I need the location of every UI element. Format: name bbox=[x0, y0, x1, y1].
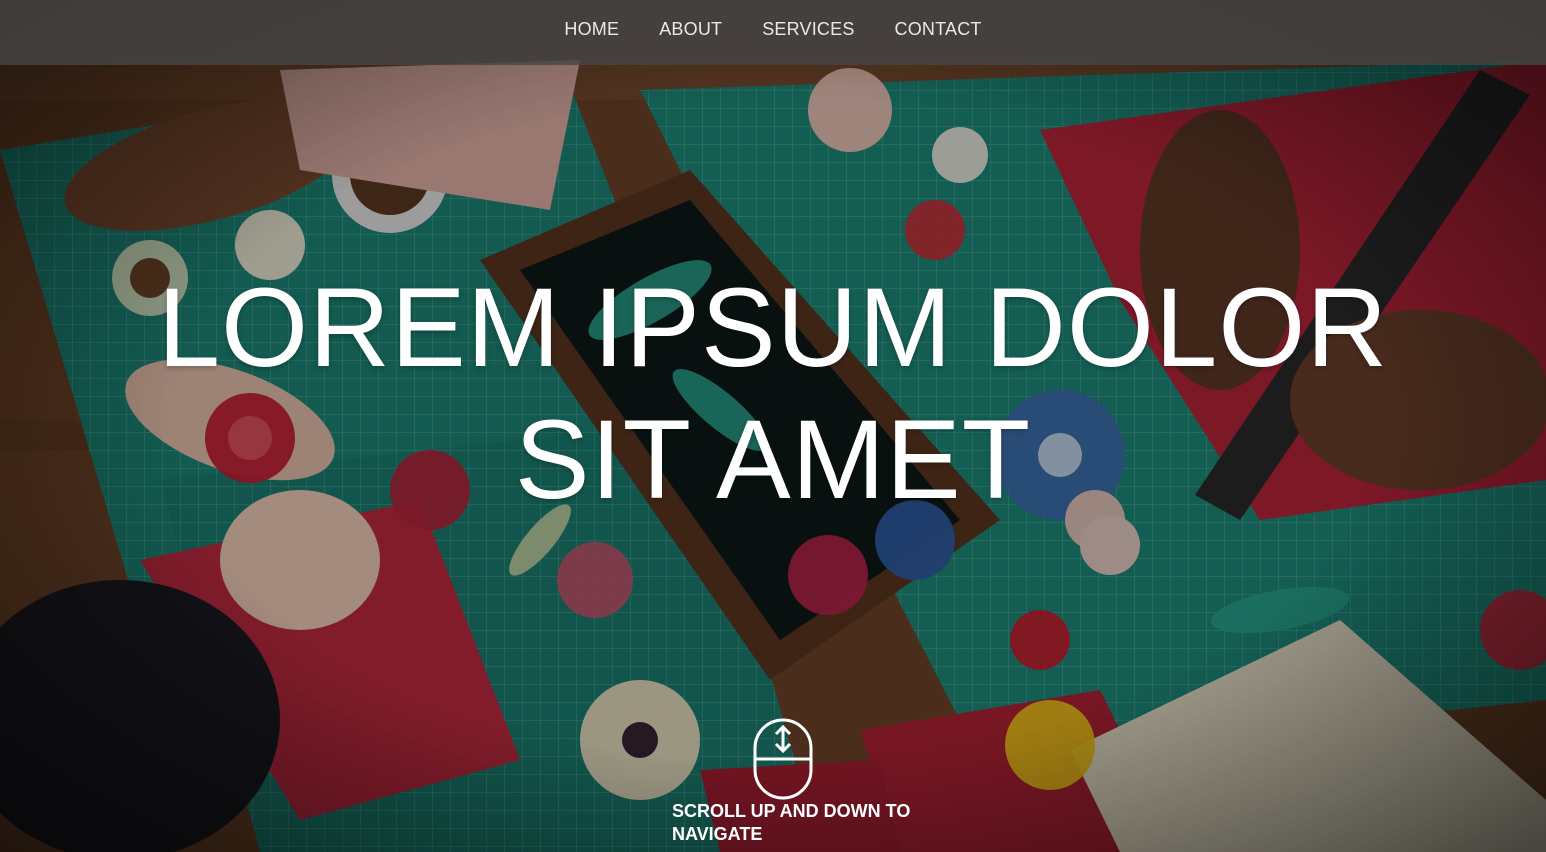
nav-home-link[interactable]: HOME bbox=[564, 19, 619, 46]
top-navbar: HOME ABOUT SERVICES CONTACT bbox=[0, 0, 1546, 65]
hero-headline-line2: SIT AMET bbox=[514, 397, 1032, 522]
nav-services-link[interactable]: SERVICES bbox=[762, 19, 854, 46]
hero-section: HOME ABOUT SERVICES CONTACT LOREM IPSUM … bbox=[0, 0, 1546, 852]
hero-headline-line1: LOREM IPSUM DOLOR bbox=[157, 265, 1389, 390]
mouse-scroll-icon[interactable] bbox=[753, 718, 813, 800]
nav-about-link[interactable]: ABOUT bbox=[659, 19, 722, 46]
hero-headline: LOREM IPSUM DOLOR SIT AMET bbox=[0, 262, 1546, 526]
nav-contact-link[interactable]: CONTACT bbox=[895, 19, 982, 46]
scroll-hint-text: SCROLL UP AND DOWN TO NAVIGATE bbox=[672, 801, 911, 844]
